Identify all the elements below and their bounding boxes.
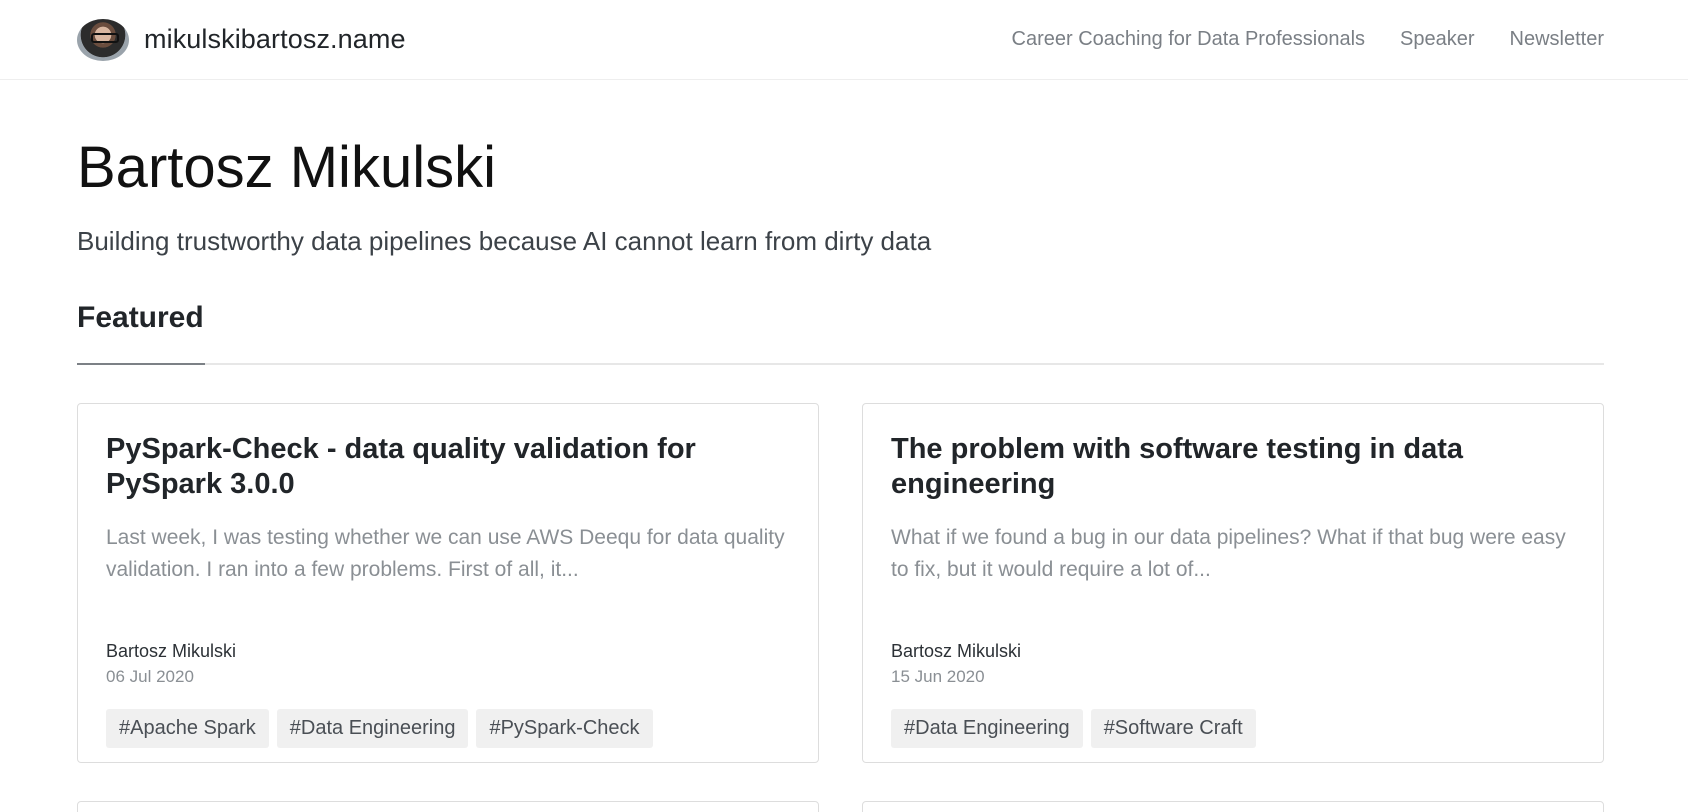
featured-heading: Featured	[77, 300, 204, 334]
post-title[interactable]: PySpark-Check - data quality validation …	[106, 432, 790, 502]
post-meta: Bartosz Mikulski 06 Jul 2020	[106, 641, 236, 687]
featured-heading-underline	[77, 362, 205, 365]
site-name: mikulskibartosz.name	[144, 24, 406, 54]
nav-link-newsletter[interactable]: Newsletter	[1510, 28, 1604, 51]
post-card-partial[interactable]	[77, 800, 819, 812]
post-date: 15 Jun 2020	[891, 666, 985, 686]
post-excerpt: Last week, I was testing whether we can …	[106, 525, 785, 581]
post-meta: Bartosz Mikulski 15 Jun 2020	[891, 641, 1021, 687]
author-avatar	[77, 18, 129, 61]
post-title[interactable]: The problem with software testing in dat…	[891, 432, 1575, 502]
main-nav: Career Coaching for Data Professionals S…	[1012, 28, 1605, 51]
post-author: Bartosz Mikulski	[106, 640, 237, 661]
post-date: 06 Jul 2020	[106, 666, 194, 686]
tag-link[interactable]: #Data Engineering	[276, 708, 469, 748]
post-card[interactable]: PySpark-Check - data quality validation …	[77, 402, 819, 763]
site-home-link[interactable]: mikulskibartosz.name	[77, 18, 406, 61]
next-posts-row-partial	[77, 800, 1604, 812]
tag-link[interactable]: #Apache Spark	[106, 708, 269, 748]
page-subtitle: Building trustworthy data pipelines beca…	[77, 225, 932, 256]
post-tags: #Apache Spark #Data Engineering #PySpark…	[106, 708, 653, 748]
post-card-partial[interactable]	[862, 800, 1604, 812]
nav-link-speaker[interactable]: Speaker	[1400, 28, 1475, 51]
post-tags: #Data Engineering #Software Craft	[891, 708, 1256, 748]
post-card[interactable]: The problem with software testing in dat…	[862, 402, 1604, 763]
page-title: Bartosz Mikulski	[77, 135, 496, 200]
tag-link[interactable]: #PySpark-Check	[476, 708, 653, 748]
hero-section: Bartosz Mikulski Building trustworthy da…	[0, 80, 1688, 257]
post-excerpt: What if we found a bug in our data pipel…	[891, 525, 1566, 581]
featured-posts-grid: PySpark-Check - data quality validation …	[77, 402, 1604, 763]
nav-link-career-coaching[interactable]: Career Coaching for Data Professionals	[1012, 28, 1366, 51]
post-author: Bartosz Mikulski	[891, 640, 1022, 661]
top-navigation-bar: mikulskibartosz.name Career Coaching for…	[0, 0, 1688, 80]
tag-link[interactable]: #Software Craft	[1090, 708, 1256, 748]
featured-section-header: Featured	[77, 301, 1604, 365]
tag-link[interactable]: #Data Engineering	[891, 708, 1083, 748]
